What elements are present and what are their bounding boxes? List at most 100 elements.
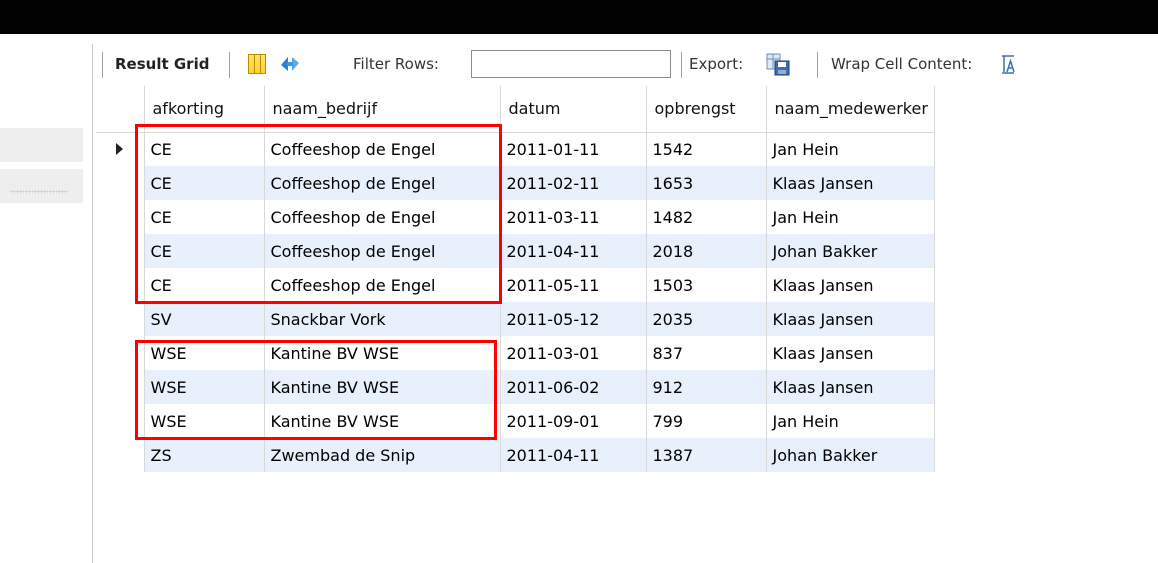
column-header-afkorting[interactable]: afkorting — [144, 86, 265, 133]
table-cell-afkorting[interactable]: WSE — [143, 336, 265, 370]
table-cell-afkorting[interactable]: CE — [143, 234, 265, 268]
row-marker[interactable] — [96, 132, 145, 166]
toolbar-separator — [681, 52, 682, 78]
row-marker[interactable] — [96, 370, 145, 404]
table-cell-afkorting[interactable]: CE — [143, 268, 265, 302]
table-row[interactable]: WSE Kantine BV WSE 2011-03-01 837 Klaas Jans… — [96, 336, 935, 370]
wrap-cell-icon[interactable] — [1000, 53, 1016, 75]
toolbar-separator — [817, 52, 818, 78]
result-table: afkorting naam_bedrijf datum opbrengst n… — [96, 86, 935, 472]
table-cell-datum[interactable]: 2011-02-11 — [500, 166, 647, 200]
table-cell-naam-bedrijf[interactable]: Kantine BV WSE — [264, 336, 501, 370]
table-cell-datum[interactable]: 2011-04-11 — [500, 234, 647, 268]
row-marker[interactable] — [96, 200, 145, 234]
table-cell-opbrengst[interactable]: 1653 — [646, 166, 767, 200]
table-cell-naam-bedrijf[interactable]: Coffeeshop de Engel — [264, 132, 501, 166]
table-row[interactable]: SV Snackbar Vork 2011-05-12 2035 Klaas Janse… — [96, 302, 935, 336]
table-cell-afkorting[interactable]: CE — [143, 132, 265, 166]
table-cell-datum[interactable]: 2011-06-02 — [500, 370, 647, 404]
refresh-icon[interactable] — [278, 53, 302, 75]
table-cell-naam-medewerker[interactable]: Johan Bakker — [766, 234, 935, 268]
table-cell-afkorting[interactable]: SV — [143, 302, 265, 336]
table-row[interactable]: WSE Kantine BV WSE 2011-09-01 799 Jan Hein — [96, 404, 935, 438]
table-cell-naam-bedrijf[interactable]: Snackbar Vork — [264, 302, 501, 336]
column-header-naam-medewerker[interactable]: naam_medewerker — [766, 86, 935, 133]
splitter-grip[interactable] — [10, 190, 68, 194]
filter-rows-input[interactable] — [471, 50, 671, 78]
table-row[interactable]: CE Coffeeshop de Engel 2011-01-11 1542 Jan H… — [96, 132, 935, 166]
row-marker[interactable] — [96, 438, 145, 472]
table-row[interactable]: WSE Kantine BV WSE 2011-06-02 912 Klaas Jans… — [96, 370, 935, 404]
result-toolbar: Result Grid Filter Rows: Export: Wrap Ce… — [96, 44, 1056, 86]
table-cell-naam-medewerker[interactable]: Klaas Jansen — [766, 166, 935, 200]
table-cell-naam-bedrijf[interactable]: Coffeeshop de Engel — [264, 268, 501, 302]
toolbar-separator — [102, 52, 103, 78]
table-cell-naam-medewerker[interactable]: Klaas Jansen — [766, 336, 935, 370]
table-cell-naam-bedrijf[interactable]: Zwembad de Snip — [264, 438, 501, 472]
toolbar-separator — [229, 52, 230, 78]
table-cell-datum[interactable]: 2011-03-11 — [500, 200, 647, 234]
table-cell-opbrengst[interactable]: 2018 — [646, 234, 767, 268]
left-panel — [0, 34, 83, 563]
filter-rows-label: Filter Rows: — [353, 55, 439, 73]
table-row[interactable]: ZS Zwembad de Snip 2011-04-11 1387 Johan Bak… — [96, 438, 935, 472]
table-cell-naam-medewerker[interactable]: Jan Hein — [766, 404, 935, 438]
row-marker[interactable] — [96, 336, 145, 370]
table-cell-opbrengst[interactable]: 837 — [646, 336, 767, 370]
row-marker[interactable] — [96, 302, 145, 336]
table-row[interactable]: CE Coffeeshop de Engel 2011-02-11 1653 Klaas… — [96, 166, 935, 200]
table-body: CE Coffeeshop de Engel 2011-01-11 1542 Jan H… — [96, 132, 935, 472]
row-marker[interactable] — [96, 268, 145, 302]
row-marker-header — [96, 86, 145, 133]
table-cell-datum[interactable]: 2011-04-11 — [500, 438, 647, 472]
table-cell-opbrengst[interactable]: 799 — [646, 404, 767, 438]
table-cell-opbrengst[interactable]: 912 — [646, 370, 767, 404]
table-cell-afkorting[interactable]: ZS — [143, 438, 265, 472]
left-panel-row[interactable] — [0, 128, 83, 162]
table-cell-naam-medewerker[interactable]: Johan Bakker — [766, 438, 935, 472]
current-row-arrow-icon — [116, 142, 124, 155]
table-cell-naam-medewerker[interactable]: Klaas Jansen — [766, 302, 935, 336]
table-cell-opbrengst[interactable]: 1503 — [646, 268, 767, 302]
row-marker[interactable] — [96, 166, 145, 200]
row-marker[interactable] — [96, 404, 145, 438]
table-cell-naam-bedrijf[interactable]: Coffeeshop de Engel — [264, 200, 501, 234]
table-cell-opbrengst[interactable]: 1482 — [646, 200, 767, 234]
table-row[interactable]: CE Coffeeshop de Engel 2011-03-11 1482 Jan H… — [96, 200, 935, 234]
table-cell-afkorting[interactable]: WSE — [143, 370, 265, 404]
table-cell-datum[interactable]: 2011-01-11 — [500, 132, 647, 166]
table-row[interactable]: CE Coffeeshop de Engel 2011-05-11 1503 Klaas… — [96, 268, 935, 302]
result-grid-tab[interactable]: Result Grid — [115, 55, 209, 73]
table-cell-afkorting[interactable]: CE — [143, 166, 265, 200]
grid-toggle-icon[interactable] — [248, 54, 266, 74]
wrap-cell-label: Wrap Cell Content: — [831, 55, 973, 73]
row-marker[interactable] — [96, 234, 145, 268]
export-label: Export: — [689, 55, 744, 73]
left-panel-row[interactable] — [0, 169, 83, 203]
table-cell-datum[interactable]: 2011-03-01 — [500, 336, 647, 370]
table-cell-naam-medewerker[interactable]: Klaas Jansen — [766, 268, 935, 302]
column-header-opbrengst[interactable]: opbrengst — [646, 86, 767, 133]
table-cell-naam-bedrijf[interactable]: Coffeeshop de Engel — [264, 234, 501, 268]
table-cell-opbrengst[interactable]: 1387 — [646, 438, 767, 472]
table-cell-naam-medewerker[interactable]: Jan Hein — [766, 200, 935, 234]
window-top-bar — [0, 0, 1158, 34]
table-cell-opbrengst[interactable]: 1542 — [646, 132, 767, 166]
table-cell-naam-bedrijf[interactable]: Kantine BV WSE — [264, 370, 501, 404]
table-cell-afkorting[interactable]: WSE — [143, 404, 265, 438]
table-cell-afkorting[interactable]: CE — [143, 200, 265, 234]
table-cell-naam-bedrijf[interactable]: Kantine BV WSE — [264, 404, 501, 438]
header-row: afkorting naam_bedrijf datum opbrengst n… — [96, 86, 935, 133]
panel-divider — [92, 44, 93, 563]
table-cell-datum[interactable]: 2011-05-12 — [500, 302, 647, 336]
table-cell-opbrengst[interactable]: 2035 — [646, 302, 767, 336]
table-cell-naam-bedrijf[interactable]: Coffeeshop de Engel — [264, 166, 501, 200]
table-cell-naam-medewerker[interactable]: Jan Hein — [766, 132, 935, 166]
table-cell-datum[interactable]: 2011-05-11 — [500, 268, 647, 302]
table-row[interactable]: CE Coffeeshop de Engel 2011-04-11 2018 Johan… — [96, 234, 935, 268]
table-cell-datum[interactable]: 2011-09-01 — [500, 404, 647, 438]
column-header-datum[interactable]: datum — [500, 86, 647, 133]
column-header-naam-bedrijf[interactable]: naam_bedrijf — [264, 86, 501, 133]
table-cell-naam-medewerker[interactable]: Klaas Jansen — [766, 370, 935, 404]
export-icon[interactable] — [766, 52, 790, 76]
